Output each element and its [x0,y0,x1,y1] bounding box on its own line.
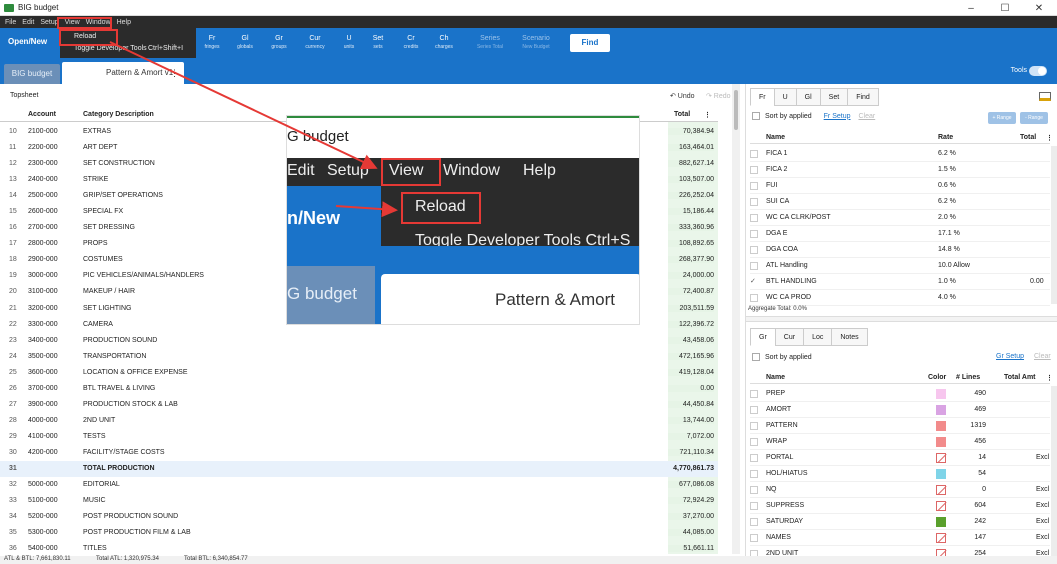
arrow-to-view [109,41,378,170]
annotation-arrows [109,41,398,218]
arrow-to-reload [335,201,398,218]
